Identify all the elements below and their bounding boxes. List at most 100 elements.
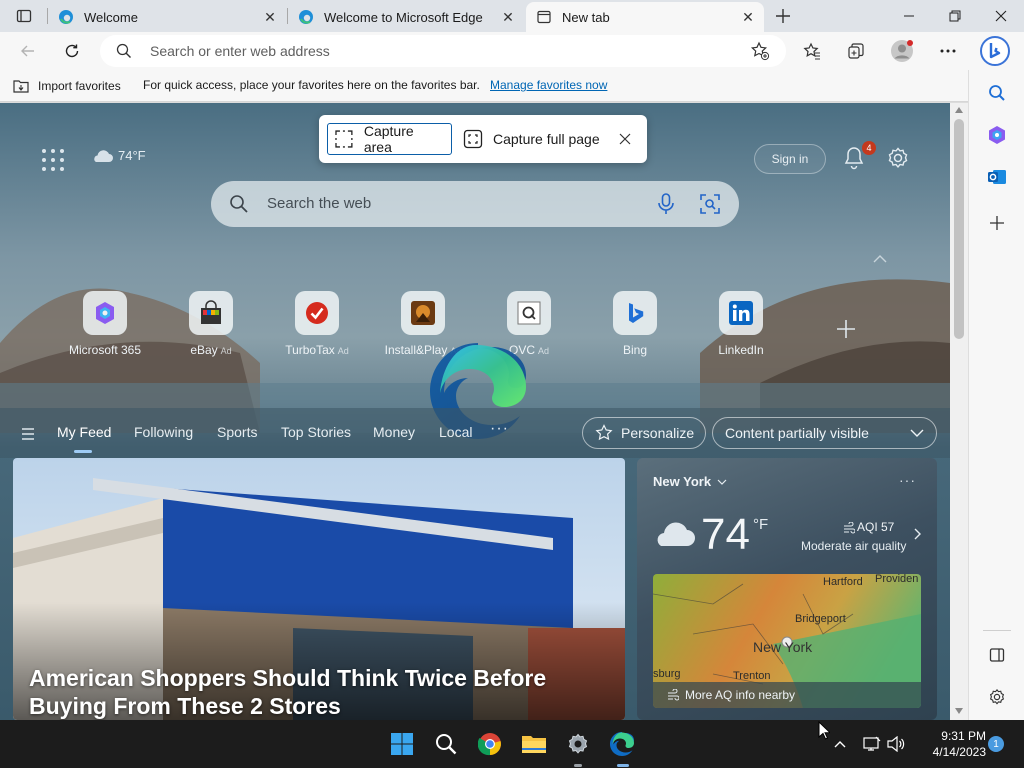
settings-more-button[interactable] [932, 35, 964, 67]
linkedin-icon [729, 301, 753, 325]
weather-card[interactable]: New York ··· 74 °F AQI 57 Moderate air q… [637, 458, 937, 720]
feed-tab-money[interactable]: Money [373, 424, 415, 440]
turbotax-check-icon [306, 302, 328, 324]
import-favorites-button[interactable]: Import favorites [12, 75, 121, 97]
taskbar-chrome-button[interactable] [474, 728, 506, 760]
tab-close-button[interactable]: ✕ [262, 9, 278, 25]
notification-center-badge[interactable]: 1 [988, 736, 1004, 752]
page-settings-icon[interactable] [886, 146, 910, 170]
ad-label: Ad [538, 346, 550, 356]
notification-count-badge: 4 [862, 141, 876, 155]
capture-area-button[interactable]: Capture area [327, 123, 452, 155]
sidebar-office-button[interactable] [981, 119, 1013, 151]
sidebar-search-button[interactable] [981, 77, 1013, 109]
sidebar-settings-button[interactable] [981, 681, 1013, 713]
hero-article-card[interactable]: American Shoppers Should Think Twice Bef… [13, 458, 625, 720]
search-icon [116, 43, 131, 58]
manage-favorites-link[interactable]: Manage favorites now [490, 78, 607, 92]
tab-actions-icon [16, 9, 32, 23]
tab-welcome[interactable]: Welcome ✕ [48, 2, 286, 32]
tab-welcome-edge[interactable]: Welcome to Microsoft Edge ✕ [288, 2, 524, 32]
new-tab-button[interactable] [770, 4, 796, 28]
capture-full-page-button[interactable]: Capture full page [457, 123, 606, 155]
hide-sidebar-button[interactable] [981, 639, 1013, 671]
address-bar[interactable] [100, 35, 786, 67]
chevron-up-icon[interactable] [872, 253, 888, 265]
personalize-button[interactable]: Personalize [582, 417, 706, 449]
add-shortcut-icon[interactable] [834, 317, 858, 341]
visual-search-icon[interactable] [700, 194, 720, 214]
more-aq-info-link[interactable]: More AQ info nearby [653, 682, 921, 708]
hamburger-menu-icon[interactable] [16, 424, 40, 444]
minimize-button[interactable] [886, 0, 932, 32]
feed-tab-top-stories[interactable]: Top Stories [281, 424, 351, 440]
bing-chat-button[interactable] [978, 34, 1012, 68]
chevron-right-icon[interactable] [913, 528, 923, 540]
tab-title: Welcome to Microsoft Edge [324, 9, 483, 25]
folder-icon [522, 736, 546, 753]
edge-favicon-icon [299, 10, 313, 24]
microphone-icon[interactable] [657, 193, 675, 215]
feed-tab-following[interactable]: Following [134, 424, 193, 440]
ntp-weather-chip[interactable]: 74°F [90, 147, 146, 163]
network-tray-button[interactable] [862, 734, 882, 754]
start-button[interactable] [386, 728, 418, 760]
profile-button[interactable] [886, 35, 918, 67]
sign-in-button[interactable]: Sign in [754, 144, 826, 174]
quick-link-label: eBay [190, 343, 218, 357]
close-window-button[interactable] [978, 0, 1024, 32]
scroll-up-icon[interactable] [955, 107, 963, 113]
feed-tab-local[interactable]: Local [439, 424, 472, 440]
map-label: Trenton [733, 670, 771, 682]
new-tab-page-icon [537, 10, 551, 24]
weather-map[interactable]: Hartford Providen Bridgeport New York sb… [653, 574, 921, 708]
collections-button[interactable] [840, 35, 872, 67]
refresh-button[interactable] [56, 35, 88, 67]
scrollbar-thumb[interactable] [954, 119, 964, 339]
scroll-down-icon[interactable] [955, 708, 963, 714]
favorites-button[interactable] [796, 35, 828, 67]
tab-actions-button[interactable] [8, 4, 40, 28]
quick-link-label: LinkedIn [718, 343, 764, 357]
close-icon [995, 10, 1007, 22]
taskbar-settings-button[interactable] [562, 728, 594, 760]
taskbar-edge-button[interactable] [606, 728, 638, 760]
quick-link-ebay[interactable]: eBay Ad [166, 291, 256, 357]
back-button[interactable] [12, 35, 44, 67]
tab-new-tab[interactable]: New tab ✕ [526, 2, 764, 32]
address-input[interactable] [148, 35, 728, 67]
system-clock[interactable]: 9:31 PM 4/14/2023 [912, 728, 986, 760]
web-search-box[interactable]: Search the web [211, 181, 739, 227]
quick-link-microsoft-365[interactable]: Microsoft 365 [60, 291, 150, 357]
tab-close-button[interactable]: ✕ [500, 9, 516, 25]
sidebar-add-button[interactable] [981, 207, 1013, 239]
add-favorite-button[interactable] [750, 41, 772, 63]
app-launcher-button[interactable] [38, 145, 66, 173]
feed-more-button[interactable]: ··· [490, 420, 509, 438]
content-visibility-dropdown[interactable]: Content partially visible [712, 417, 937, 449]
feed-tab-my-feed[interactable]: My Feed [57, 424, 111, 440]
qvc-icon [517, 301, 541, 325]
quick-link-bing[interactable]: Bing [590, 291, 680, 357]
sidebar-outlook-button[interactable] [981, 161, 1013, 193]
show-hidden-icons-button[interactable] [830, 734, 850, 754]
active-app-indicator [617, 764, 629, 767]
taskbar-search-button[interactable] [430, 728, 462, 760]
bing-icon [980, 36, 1010, 66]
quick-link-linkedin[interactable]: LinkedIn [696, 291, 786, 357]
page-scrollbar[interactable] [950, 103, 968, 720]
edge-sidebar [968, 70, 1024, 720]
gear-icon [989, 688, 1005, 705]
quick-link-turbotax[interactable]: TurboTax Ad [272, 291, 362, 357]
air-quality-icon [668, 689, 679, 701]
weather-more-options[interactable]: ··· [899, 472, 916, 488]
weather-location-dropdown[interactable]: New York [653, 474, 727, 489]
restore-button[interactable] [932, 0, 978, 32]
sidebar-toggle-icon [989, 648, 1005, 662]
tab-close-button[interactable]: ✕ [740, 9, 756, 25]
close-capture-button[interactable] [615, 129, 635, 149]
ad-label: Ad [220, 346, 232, 356]
feed-tab-sports[interactable]: Sports [217, 424, 257, 440]
volume-tray-button[interactable] [886, 734, 906, 754]
taskbar-file-explorer-button[interactable] [518, 728, 550, 760]
